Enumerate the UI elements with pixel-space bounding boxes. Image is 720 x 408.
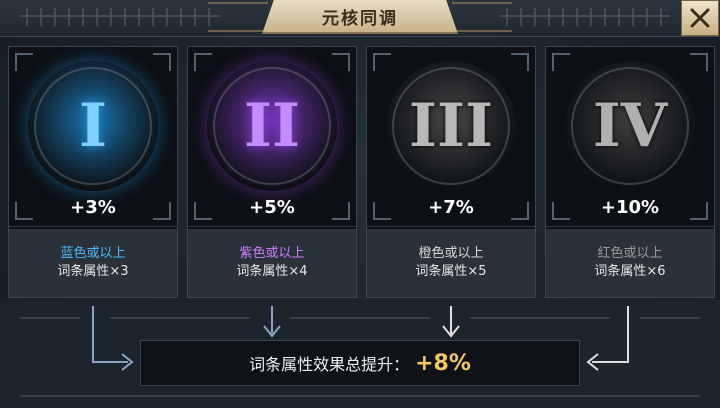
summary-label: 词条属性效果总提升： — [249, 355, 410, 374]
summary-bar: 词条属性效果总提升： +8% — [140, 340, 580, 386]
down-arrow-icon — [442, 306, 460, 338]
down-arrow-icon — [263, 306, 281, 338]
sync-panel: 元核同调 I +3% 蓝色或以上 词条属性×3 II +5% 紫色或以上 词条属… — [0, 0, 720, 408]
summary-value: +8% — [415, 350, 471, 376]
